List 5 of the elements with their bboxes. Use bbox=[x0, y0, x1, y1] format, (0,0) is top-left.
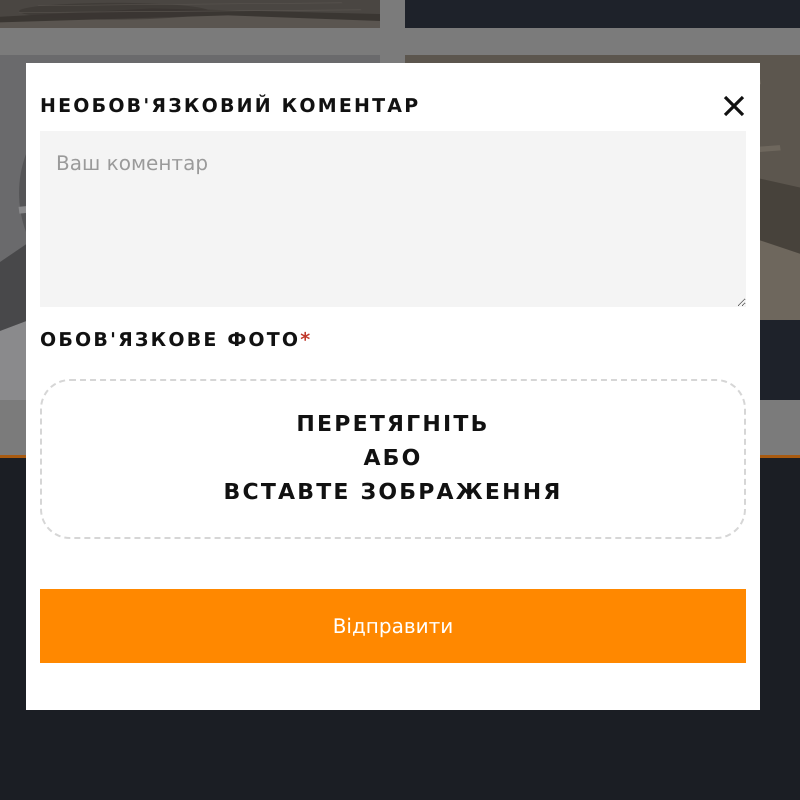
close-icon[interactable] bbox=[722, 94, 746, 118]
comment-field[interactable]: Ваш коментар bbox=[40, 131, 746, 307]
image-dropzone[interactable]: ПЕРЕТЯГНІТЬ АБО ВСТАВТЕ ЗОБРАЖЕННЯ bbox=[40, 379, 746, 539]
field-label: ОБОВ'ЯЗКОВЕ ФОТО* bbox=[40, 329, 312, 351]
field-label: НЕОБОВ'ЯЗКОВИЙ КОМЕНТАР bbox=[40, 95, 420, 117]
